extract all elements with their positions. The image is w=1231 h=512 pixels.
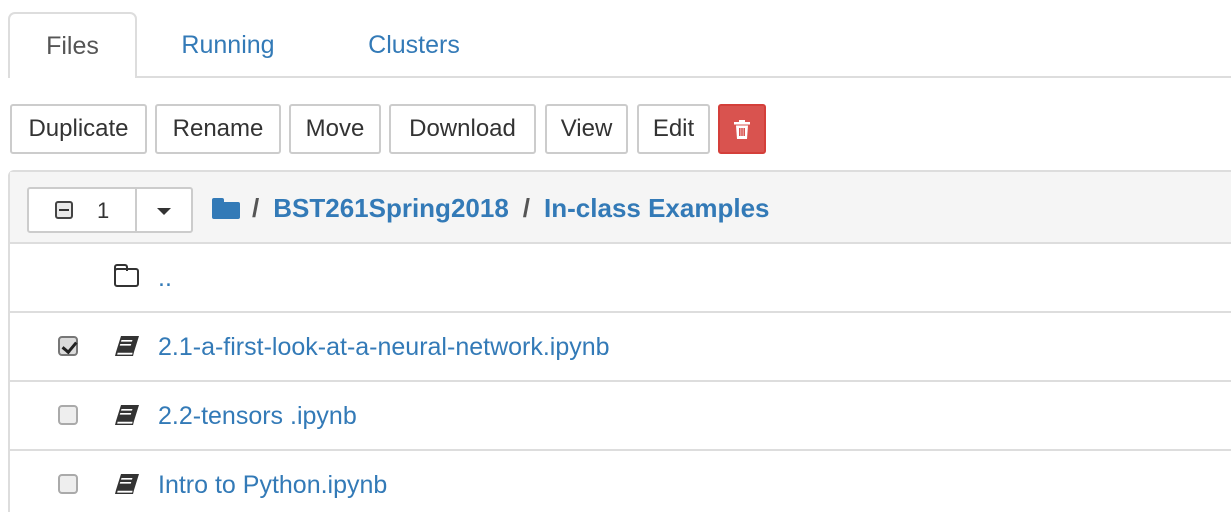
- rename-button[interactable]: Rename: [155, 104, 281, 154]
- tab-baseline: [137, 76, 1231, 78]
- list-item: 2.2-tensors .ipynb: [10, 382, 1231, 451]
- move-button[interactable]: Move: [289, 104, 381, 154]
- breadcrumb-separator: /: [522, 192, 531, 223]
- tab-running[interactable]: Running: [174, 12, 282, 78]
- tab-clusters[interactable]: Clusters: [358, 12, 470, 78]
- file-link[interactable]: 2.2-tensors .ipynb: [158, 402, 357, 431]
- folder-icon[interactable]: [212, 197, 240, 219]
- notebook-icon: [115, 336, 139, 356]
- file-list: 1 / BST261Spring2018 / In-class Examples…: [8, 170, 1231, 512]
- file-list-header: 1 / BST261Spring2018 / In-class Examples: [10, 172, 1231, 244]
- item-checkbox[interactable]: [58, 474, 78, 494]
- select-control: 1: [27, 187, 193, 233]
- select-all-toggle[interactable]: 1: [29, 189, 137, 231]
- breadcrumb-separator: /: [252, 192, 260, 223]
- notebook-icon: [115, 474, 139, 494]
- file-link[interactable]: 2.1-a-first-look-at-a-neural-network.ipy…: [158, 333, 610, 362]
- view-button[interactable]: View: [545, 104, 628, 154]
- trash-icon: [734, 119, 750, 139]
- breadcrumb: / BST261Spring2018 / In-class Examples: [212, 172, 784, 244]
- file-link[interactable]: Intro to Python.ipynb: [158, 471, 387, 500]
- parent-directory-row: ..: [10, 244, 1231, 313]
- partial-select-icon: [55, 201, 73, 219]
- parent-directory-link[interactable]: ..: [158, 264, 172, 293]
- breadcrumb-bst261spring2018[interactable]: BST261Spring2018: [273, 193, 509, 224]
- edit-button[interactable]: Edit: [637, 104, 710, 154]
- item-checkbox[interactable]: [58, 405, 78, 425]
- breadcrumb-in-class-examples[interactable]: In-class Examples: [544, 193, 769, 224]
- list-item: Intro to Python.ipynb: [10, 451, 1231, 512]
- tab-bar: Files Running Clusters: [8, 12, 1231, 78]
- selected-count: 1: [97, 198, 110, 223]
- delete-button[interactable]: [718, 104, 766, 154]
- select-dropdown-button[interactable]: [137, 189, 191, 231]
- item-checkbox[interactable]: [58, 336, 78, 356]
- notebook-icon: [115, 405, 139, 425]
- duplicate-button[interactable]: Duplicate: [10, 104, 147, 154]
- download-button[interactable]: Download: [389, 104, 536, 154]
- tab-files[interactable]: Files: [8, 12, 137, 78]
- folder-outline-icon: [114, 264, 139, 287]
- list-item: 2.1-a-first-look-at-a-neural-network.ipy…: [10, 313, 1231, 382]
